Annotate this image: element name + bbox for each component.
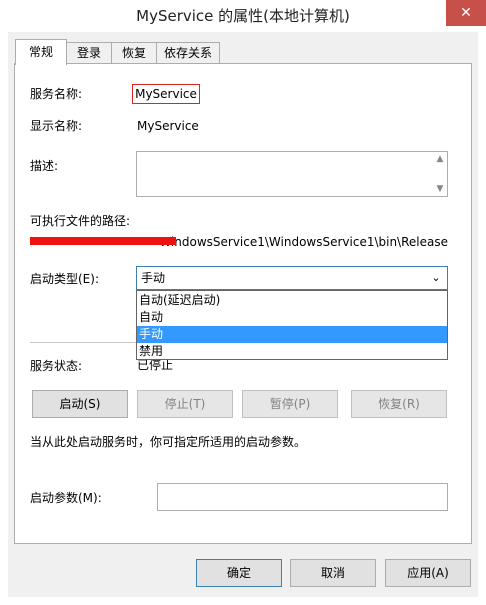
startup-type-select[interactable]: 手动 ⌄	[136, 266, 448, 290]
description-textbox[interactable]: ▲ ▼	[136, 151, 448, 197]
window-frame-bottom	[0, 597, 486, 605]
display-name-label: 显示名称:	[30, 119, 83, 133]
tab-dependencies[interactable]: 依存关系	[156, 42, 220, 64]
service-status-label: 服务状态:	[30, 359, 83, 373]
redaction-mark	[30, 237, 176, 245]
startup-option-manual[interactable]: 手动	[137, 326, 447, 343]
display-name-value: MyService	[137, 119, 199, 133]
tab-general[interactable]: 常规	[15, 39, 67, 65]
apply-button[interactable]: 应用(A)	[385, 559, 471, 587]
service-name-label: 服务名称:	[30, 87, 83, 101]
exe-path-value: WindowsService1\WindowsService1\bin\Rele…	[159, 235, 448, 249]
start-service-button[interactable]: 启动(S)	[32, 390, 128, 418]
start-params-input[interactable]	[157, 483, 448, 511]
startup-option-disabled[interactable]: 禁用	[137, 343, 447, 360]
stop-service-button[interactable]: 停止(T)	[137, 390, 233, 418]
chevron-down-icon: ⌄	[431, 271, 441, 284]
scroll-up-icon[interactable]: ▲	[435, 154, 445, 164]
scroll-down-icon[interactable]: ▼	[435, 184, 445, 194]
tab-recovery[interactable]: 恢复	[111, 42, 157, 64]
startup-type-dropdown[interactable]: 自动(延迟启动) 自动 手动 禁用	[136, 290, 448, 360]
close-button[interactable]: ✕	[446, 0, 486, 26]
window-frame-left	[0, 32, 8, 605]
startup-option-auto[interactable]: 自动	[137, 309, 447, 326]
description-label: 描述:	[30, 159, 59, 173]
divider	[30, 342, 136, 343]
pause-service-button[interactable]: 暂停(P)	[242, 390, 338, 418]
window-frame-right	[478, 32, 486, 605]
exe-path-label: 可执行文件的路径:	[30, 214, 131, 228]
ok-button[interactable]: 确定	[196, 559, 282, 587]
service-name-value: MyService	[132, 84, 200, 104]
tab-logon[interactable]: 登录	[66, 42, 112, 64]
startup-option-auto-delayed[interactable]: 自动(延迟启动)	[137, 292, 447, 309]
startup-type-value: 手动	[141, 271, 166, 285]
start-params-label: 启动参数(M):	[30, 491, 102, 505]
resume-service-button[interactable]: 恢复(R)	[351, 390, 447, 418]
close-icon: ✕	[460, 5, 472, 21]
window-title: MyService 的属性(本地计算机)	[136, 7, 350, 25]
cancel-button[interactable]: 取消	[290, 559, 376, 587]
start-params-hint: 当从此处启动服务时，你可指定所适用的启动参数。	[30, 435, 307, 449]
startup-type-label: 启动类型(E):	[30, 272, 99, 286]
